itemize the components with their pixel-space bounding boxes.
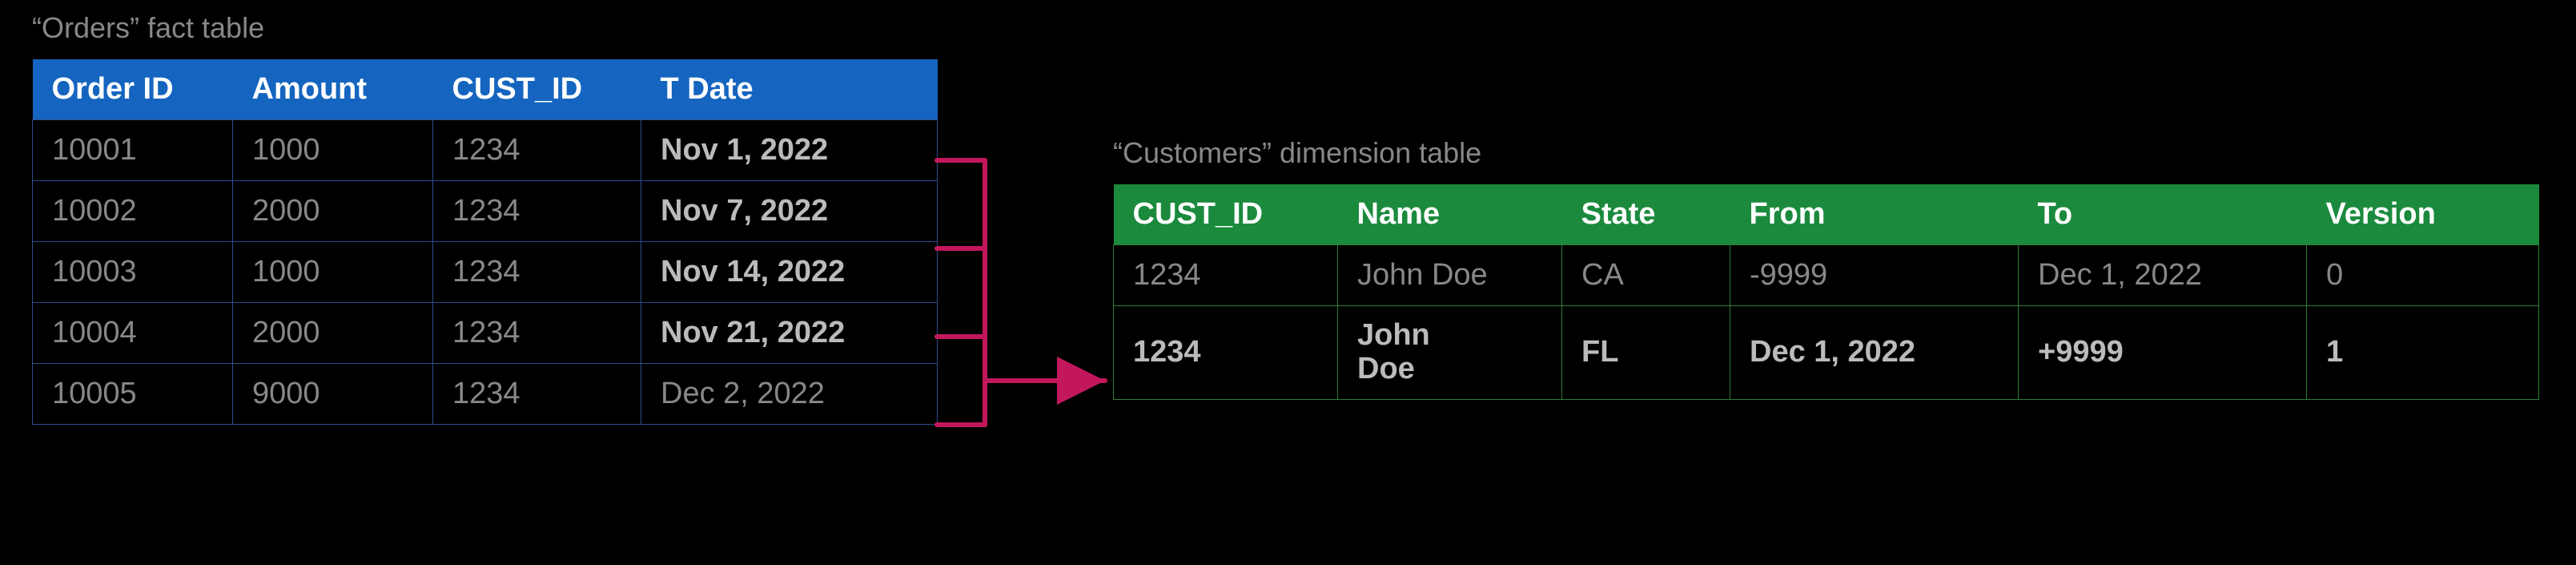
table-cell: 1000 — [233, 120, 433, 181]
orders-caption: “Orders” fact table — [32, 11, 264, 45]
table-row: 1000420001234Nov 21, 2022 — [33, 303, 938, 364]
table-cell: 10005 — [33, 364, 233, 425]
table-cell: Nov 7, 2022 — [641, 181, 938, 242]
table-cell: 1234 — [433, 120, 641, 181]
table-cell: John Doe — [1338, 245, 1562, 306]
orders-table: Order ID Amount CUST_ID T Date 100011000… — [32, 59, 938, 425]
table-row: 1000220001234Nov 7, 2022 — [33, 181, 938, 242]
orders-col-cust-id: CUST_ID — [433, 59, 641, 120]
table-row: 1234John DoeCA-9999Dec 1, 20220 — [1114, 245, 2539, 306]
table-cell: Nov 21, 2022 — [641, 303, 938, 364]
table-cell: 1234 — [1114, 245, 1338, 306]
table-row: 1000590001234Dec 2, 2022 — [33, 364, 938, 425]
customers-header: CUST_ID Name State From To Version — [1114, 184, 2539, 245]
table-cell: -9999 — [1730, 245, 2019, 306]
table-cell: 1234 — [433, 364, 641, 425]
table-cell: 1234 — [433, 242, 641, 303]
table-cell: 1 — [2307, 306, 2539, 400]
customers-col-name: Name — [1338, 184, 1562, 245]
table-cell: 9000 — [233, 364, 433, 425]
orders-col-order-id: Order ID — [33, 59, 233, 120]
table-cell: Dec 1, 2022 — [1730, 306, 2019, 400]
table-cell: 10003 — [33, 242, 233, 303]
customers-col-state: State — [1562, 184, 1730, 245]
table-cell: CA — [1562, 245, 1730, 306]
table-cell: Nov 1, 2022 — [641, 120, 938, 181]
table-cell: 10004 — [33, 303, 233, 364]
table-cell: 10002 — [33, 181, 233, 242]
table-cell: 2000 — [233, 181, 433, 242]
table-cell: 1234 — [1114, 306, 1338, 400]
table-row: 1000310001234Nov 14, 2022 — [33, 242, 938, 303]
customers-col-version: Version — [2307, 184, 2539, 245]
table-row: 1234JohnDoeFLDec 1, 2022+99991 — [1114, 306, 2539, 400]
table-cell: 2000 — [233, 303, 433, 364]
customers-col-cust-id: CUST_ID — [1114, 184, 1338, 245]
orders-col-amount: Amount — [233, 59, 433, 120]
table-cell: +9999 — [2019, 306, 2307, 400]
orders-header: Order ID Amount CUST_ID T Date — [33, 59, 938, 120]
customers-col-to: To — [2019, 184, 2307, 245]
orders-col-t-date: T Date — [641, 59, 938, 120]
customers-caption: “Customers” dimension table — [1113, 136, 1481, 170]
table-cell: Dec 1, 2022 — [2019, 245, 2307, 306]
table-cell: 0 — [2307, 245, 2539, 306]
table-cell: Nov 14, 2022 — [641, 242, 938, 303]
orders-body: 1000110001234Nov 1, 20221000220001234Nov… — [33, 120, 938, 425]
table-cell: 10001 — [33, 120, 233, 181]
table-cell: 1000 — [233, 242, 433, 303]
customers-body: 1234John DoeCA-9999Dec 1, 202201234JohnD… — [1114, 245, 2539, 400]
customers-col-from: From — [1730, 184, 2019, 245]
table-row: 1000110001234Nov 1, 2022 — [33, 120, 938, 181]
table-cell: FL — [1562, 306, 1730, 400]
table-cell: JohnDoe — [1338, 306, 1562, 400]
customers-table: CUST_ID Name State From To Version 1234J… — [1113, 184, 2539, 400]
table-cell: 1234 — [433, 303, 641, 364]
table-cell: Dec 2, 2022 — [641, 364, 938, 425]
table-cell: 1234 — [433, 181, 641, 242]
